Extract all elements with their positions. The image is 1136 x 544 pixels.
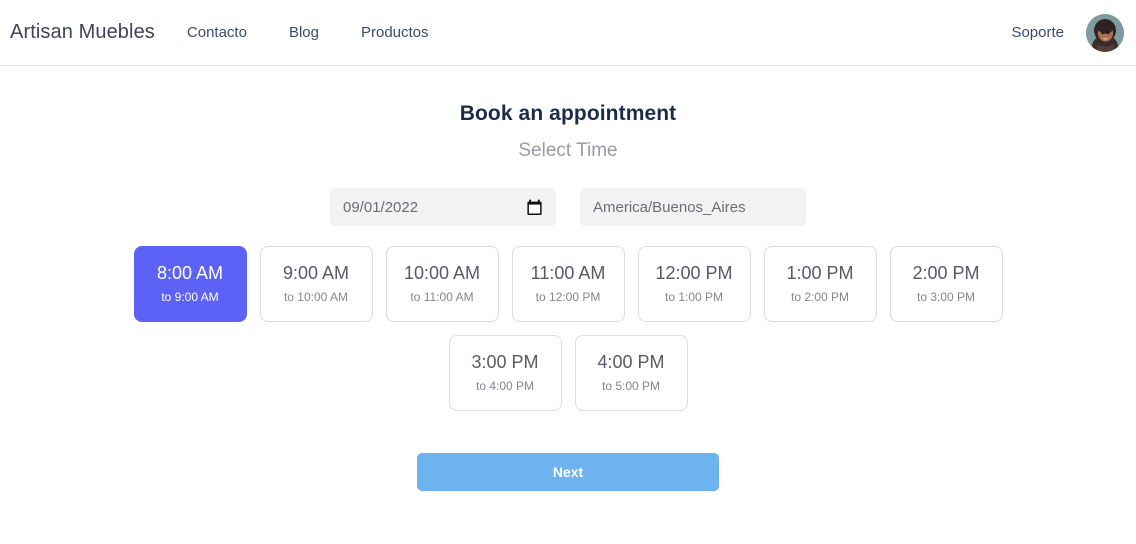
time-slot-start: 2:00 PM: [912, 262, 980, 283]
time-slot-start: 11:00 AM: [530, 262, 606, 283]
time-slot-end: to 10:00 AM: [283, 290, 349, 305]
time-slot-option[interactable]: 12:00 PM to 1:00 PM: [637, 246, 751, 322]
page-subtitle: Select Time: [518, 140, 618, 161]
time-slot-option[interactable]: 1:00 PM to 2:00 PM: [763, 246, 877, 322]
time-slot-option[interactable]: 9:00 AM to 10:00 AM: [259, 246, 373, 322]
page-title: Book an appointment: [459, 102, 677, 125]
time-slot-option[interactable]: 2:00 PM to 3:00 PM: [889, 246, 1003, 322]
time-slot-end: to 11:00 AM: [410, 290, 474, 305]
time-slot-end: to 3:00 PM: [916, 290, 976, 305]
time-slot-end: to 2:00 PM: [790, 290, 850, 305]
time-slot-option[interactable]: 4:00 PM to 5:00 PM: [574, 335, 688, 411]
next-button-row: Next: [0, 453, 1136, 491]
time-slot-option[interactable]: 8:00 AM to 9:00 AM: [133, 246, 247, 322]
time-slot-option[interactable]: 3:00 PM to 4:00 PM: [448, 335, 562, 411]
time-slot-start: 12:00 PM: [655, 262, 733, 283]
time-slot-start: 8:00 AM: [156, 262, 224, 283]
calendar-icon[interactable]: [526, 199, 543, 216]
user-avatar-icon[interactable]: [1086, 13, 1124, 52]
date-timezone-row: 09/01/2022 America/Buenos_Aires: [330, 188, 806, 226]
date-input-value: 09/01/2022: [343, 198, 419, 216]
time-slot-start: 1:00 PM: [786, 262, 854, 283]
nav-item-soporte[interactable]: Soporte: [1011, 24, 1064, 41]
timezone-input[interactable]: America/Buenos_Aires: [580, 188, 806, 226]
time-slot-option[interactable]: 10:00 AM to 11:00 AM: [385, 246, 499, 322]
time-slot-start: 4:00 PM: [597, 351, 665, 372]
time-slot-start: 9:00 AM: [282, 262, 350, 283]
date-input[interactable]: 09/01/2022: [330, 188, 556, 226]
time-slot-end: to 1:00 PM: [664, 290, 724, 305]
time-slot-grid: 8:00 AM to 9:00 AM 9:00 AM to 10:00 AM 1…: [108, 246, 1028, 411]
top-navbar: Artisan Muebles Contacto Blog Productos …: [0, 0, 1136, 66]
time-slot-end: to 12:00 PM: [535, 290, 601, 305]
next-button[interactable]: Next: [417, 453, 719, 491]
time-slot-option[interactable]: 11:00 AM to 12:00 PM: [511, 246, 625, 322]
time-slot-end: to 5:00 PM: [601, 379, 661, 394]
brand-title[interactable]: Artisan Muebles: [10, 21, 155, 44]
time-slot-end: to 4:00 PM: [475, 379, 535, 394]
booking-main: Book an appointment Select Time 09/01/20…: [0, 66, 1136, 491]
timezone-input-value: America/Buenos_Aires: [593, 198, 746, 216]
nav-right-group: Soporte: [1011, 13, 1124, 52]
time-slot-start: 10:00 AM: [403, 262, 481, 283]
nav-item-contacto[interactable]: Contacto: [187, 24, 247, 41]
nav-item-blog[interactable]: Blog: [289, 24, 319, 41]
nav-item-productos[interactable]: Productos: [361, 24, 429, 41]
main-nav: Contacto Blog Productos: [187, 24, 429, 41]
time-slot-end: to 9:00 AM: [161, 290, 219, 305]
time-slot-start: 3:00 PM: [471, 351, 539, 372]
